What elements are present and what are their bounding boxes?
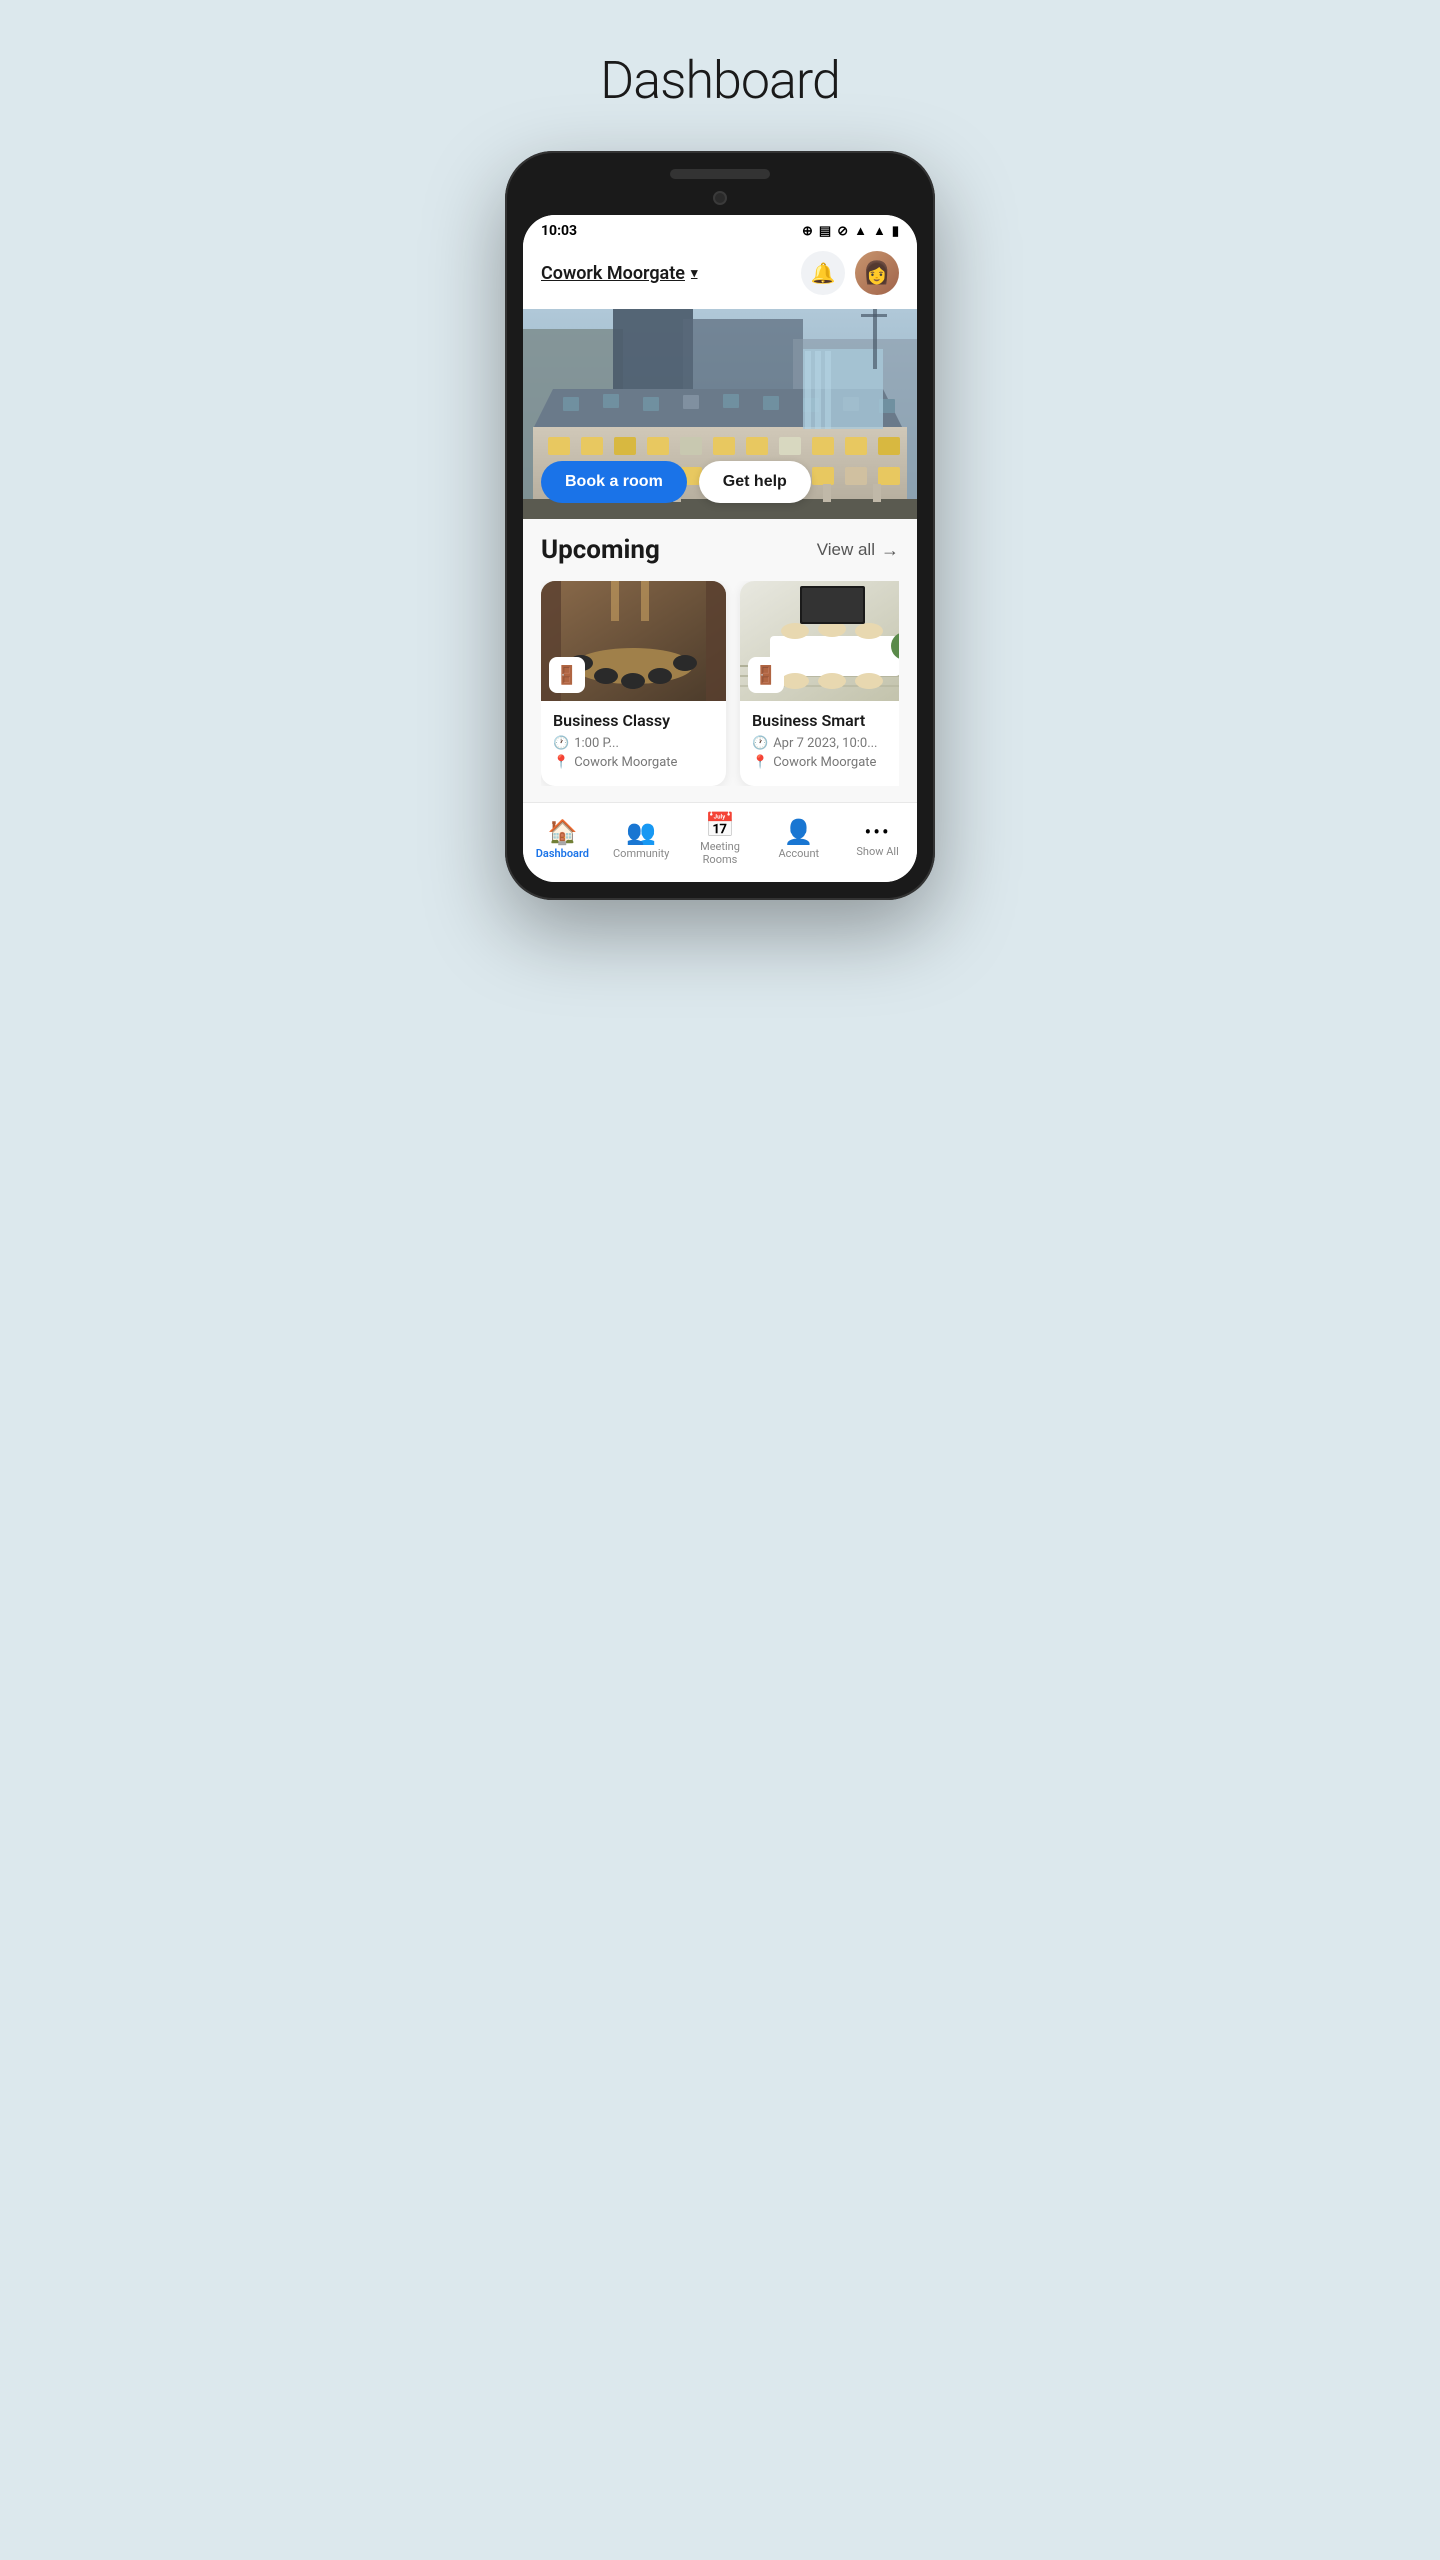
avatar[interactable]: 👩 xyxy=(855,251,899,295)
app-header: Cowork Moorgate ▾ 🔔 👩 xyxy=(523,243,917,309)
book-room-button[interactable]: Book a room xyxy=(541,461,687,503)
battery-icon: ▮ xyxy=(892,224,899,239)
door-icon-2: 🚪 xyxy=(755,665,777,686)
header-actions: 🔔 👩 xyxy=(801,251,899,295)
card-1-location-text: Cowork Moorgate xyxy=(574,755,677,770)
phone-frame: 10:03 ⊕ ▤ ⊘ ▲ ▲ ▮ Cowork Moorgate ▾ 🔔 xyxy=(505,151,935,900)
view-all-button[interactable]: View all → xyxy=(817,540,899,561)
nav-account[interactable]: 👤 Account xyxy=(759,820,838,860)
card-2-location: 📍 Cowork Moorgate xyxy=(752,755,899,770)
card-2-image: 🚪 xyxy=(740,581,899,701)
card-1-name: Business Classy xyxy=(553,711,714,730)
status-icons: ⊕ ▤ ⊘ ▲ ▲ ▮ xyxy=(802,223,899,239)
card-1-badge: 🚪 xyxy=(549,657,585,693)
status-icon-2: ▤ xyxy=(819,224,831,239)
phone-speaker xyxy=(670,169,770,179)
account-icon: 👤 xyxy=(784,820,814,844)
hero-section: Book a room Get help xyxy=(523,309,917,519)
nav-meeting-rooms-label: Meeting Rooms xyxy=(700,840,740,866)
booking-card-2[interactable]: 🚪 Business Smart 🕐 Apr 7 2023, 10:0... 📍… xyxy=(740,581,899,786)
pin-icon-2: 📍 xyxy=(752,755,768,770)
location-selector[interactable]: Cowork Moorgate ▾ xyxy=(541,263,698,284)
booking-cards-row: 🚪 Business Classy 🕐 1:00 P... 📍 Cowork M… xyxy=(541,581,899,786)
card-1-image: 🚪 xyxy=(541,581,726,701)
location-name-text: Cowork Moorgate xyxy=(541,263,685,284)
calendar-icon: 📅 xyxy=(705,813,735,837)
status-icon-3: ⊘ xyxy=(837,224,848,239)
card-2-name: Business Smart xyxy=(752,711,899,730)
pin-icon-1: 📍 xyxy=(553,755,569,770)
community-icon: 👥 xyxy=(626,820,656,844)
card-1-time-text: 1:00 P... xyxy=(574,736,619,751)
card-1-body: Business Classy 🕐 1:00 P... 📍 Cowork Moo… xyxy=(541,701,726,786)
nav-dashboard[interactable]: 🏠 Dashboard xyxy=(523,820,602,860)
card-2-body: Business Smart 🕐 Apr 7 2023, 10:0... 📍 C… xyxy=(740,701,899,786)
wifi-icon: ▲ xyxy=(854,223,867,239)
nav-show-all-label: Show All xyxy=(856,845,898,858)
signal-icon: ▲ xyxy=(873,223,886,239)
nav-account-label: Account xyxy=(778,847,819,860)
door-icon-1: 🚪 xyxy=(556,665,578,686)
status-bar: 10:03 ⊕ ▤ ⊘ ▲ ▲ ▮ xyxy=(523,215,917,243)
home-icon: 🏠 xyxy=(547,820,577,844)
hero-buttons: Book a room Get help xyxy=(541,461,811,503)
bell-icon: 🔔 xyxy=(811,261,836,285)
phone-screen: 10:03 ⊕ ▤ ⊘ ▲ ▲ ▮ Cowork Moorgate ▾ 🔔 xyxy=(523,215,917,882)
arrow-right-icon: → xyxy=(881,540,899,561)
chevron-down-icon: ▾ xyxy=(691,266,698,281)
card-2-time: 🕐 Apr 7 2023, 10:0... xyxy=(752,736,899,751)
main-content: Upcoming View all → xyxy=(523,519,917,802)
clock-icon-1: 🕐 xyxy=(553,736,569,751)
status-icon-1: ⊕ xyxy=(802,224,813,239)
clock-icon-2: 🕐 xyxy=(752,736,768,751)
upcoming-title: Upcoming xyxy=(541,535,660,565)
more-icon: ••• xyxy=(864,822,890,842)
card-1-location: 📍 Cowork Moorgate xyxy=(553,755,714,770)
nav-show-all[interactable]: ••• Show All xyxy=(838,822,917,858)
bottom-nav: 🏠 Dashboard 👥 Community 📅 Meeting Rooms … xyxy=(523,802,917,882)
get-help-button[interactable]: Get help xyxy=(699,461,811,503)
card-1-time: 🕐 1:00 P... xyxy=(553,736,714,751)
page-title: Dashboard xyxy=(600,50,840,111)
nav-community-label: Community xyxy=(613,847,669,860)
notification-button[interactable]: 🔔 xyxy=(801,251,845,295)
card-2-badge: 🚪 xyxy=(748,657,784,693)
view-all-label: View all xyxy=(817,540,875,560)
nav-dashboard-label: Dashboard xyxy=(536,847,589,860)
nav-community[interactable]: 👥 Community xyxy=(602,820,681,860)
card-2-time-text: Apr 7 2023, 10:0... xyxy=(773,736,877,751)
nav-meeting-rooms[interactable]: 📅 Meeting Rooms xyxy=(681,813,760,866)
booking-card-1[interactable]: 🚪 Business Classy 🕐 1:00 P... 📍 Cowork M… xyxy=(541,581,726,786)
upcoming-section-header: Upcoming View all → xyxy=(541,535,899,565)
card-2-location-text: Cowork Moorgate xyxy=(773,755,876,770)
status-time: 10:03 xyxy=(541,223,577,239)
phone-camera xyxy=(713,191,727,205)
avatar-image: 👩 xyxy=(863,261,890,286)
